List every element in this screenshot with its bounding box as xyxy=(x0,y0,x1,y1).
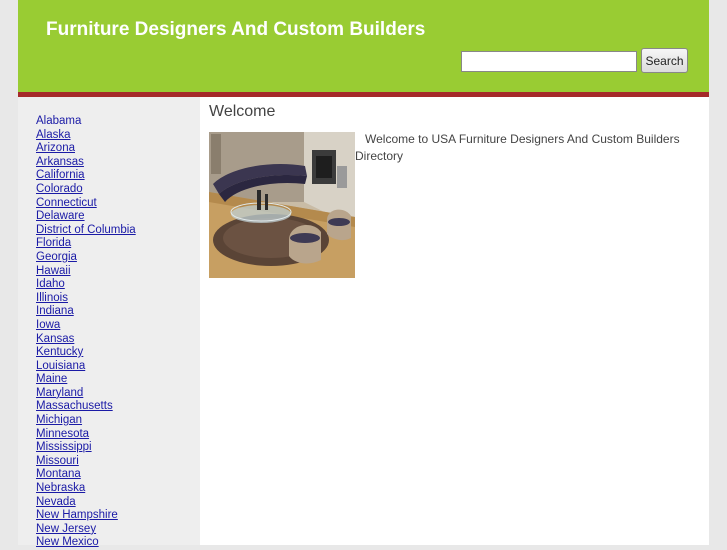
state-link[interactable]: Michigan xyxy=(36,414,82,426)
state-link[interactable]: Minnesota xyxy=(36,428,89,440)
site-title: Furniture Designers And Custom Builders xyxy=(46,19,426,40)
state-link[interactable]: Maine xyxy=(36,373,67,385)
state-item: Minnesota xyxy=(36,428,136,442)
state-item: Florida xyxy=(36,237,136,251)
state-label: Alabama xyxy=(36,115,82,127)
state-link[interactable]: Florida xyxy=(36,237,71,249)
state-item: California xyxy=(36,169,136,183)
state-link[interactable]: Kentucky xyxy=(36,346,83,358)
state-link[interactable]: Massachusetts xyxy=(36,400,113,412)
welcome-message: Welcome to USA Furniture Designers And C… xyxy=(355,132,680,163)
state-item: Illinois xyxy=(36,292,136,306)
state-link[interactable]: Colorado xyxy=(36,183,83,195)
state-item: Alabama xyxy=(36,115,136,129)
state-item: Maine xyxy=(36,373,136,387)
state-link[interactable]: Montana xyxy=(36,468,81,480)
state-link[interactable]: Idaho xyxy=(36,278,65,290)
state-link[interactable]: New Hampshire xyxy=(36,509,118,521)
search-button[interactable]: Search xyxy=(641,48,688,73)
state-link[interactable]: Connecticut xyxy=(36,197,97,209)
state-link[interactable]: Louisiana xyxy=(36,360,85,372)
state-item: Connecticut xyxy=(36,197,136,211)
state-link[interactable]: Missouri xyxy=(36,455,79,467)
state-item: Hawaii xyxy=(36,265,136,279)
state-item: District of Columbia xyxy=(36,224,136,238)
state-item: Maryland xyxy=(36,387,136,401)
main-content: Welcome Welcome to USA Furniture Designe… xyxy=(200,97,709,545)
state-link[interactable]: Nebraska xyxy=(36,482,85,494)
welcome-text: Welcome to USA Furniture Designers And C… xyxy=(355,131,705,165)
state-item: Kansas xyxy=(36,333,136,347)
state-item: New Mexico xyxy=(36,536,136,550)
state-item: Arizona xyxy=(36,142,136,156)
state-link[interactable]: Arkansas xyxy=(36,156,84,168)
state-item: Colorado xyxy=(36,183,136,197)
sidebar: Alabama Alaska Arizona Arkansas Californ… xyxy=(18,97,200,548)
state-link[interactable]: New Mexico xyxy=(36,536,99,548)
site-header: Furniture Designers And Custom Builders … xyxy=(18,0,709,92)
state-item: Missouri xyxy=(36,455,136,469)
state-link[interactable]: Maryland xyxy=(36,387,83,399)
state-link[interactable]: Georgia xyxy=(36,251,77,263)
state-link[interactable]: District of Columbia xyxy=(36,224,136,236)
state-item: Iowa xyxy=(36,319,136,333)
furniture-photo xyxy=(209,132,355,278)
state-item: Delaware xyxy=(36,210,136,224)
state-item: Montana xyxy=(36,468,136,482)
search-input[interactable] xyxy=(461,51,637,72)
state-link[interactable]: Hawaii xyxy=(36,265,71,277)
state-item: Kentucky xyxy=(36,346,136,360)
state-item: New Jersey xyxy=(36,523,136,537)
state-link[interactable]: Delaware xyxy=(36,210,85,222)
state-item: Nevada xyxy=(36,496,136,510)
state-item: New Hampshire xyxy=(36,509,136,523)
state-item: Indiana xyxy=(36,305,136,319)
state-item: Georgia xyxy=(36,251,136,265)
state-link[interactable]: Indiana xyxy=(36,305,74,317)
state-item: Arkansas xyxy=(36,156,136,170)
state-list: Alabama Alaska Arizona Arkansas Californ… xyxy=(36,115,136,550)
welcome-heading: Welcome xyxy=(209,103,276,120)
state-link[interactable]: Arizona xyxy=(36,142,75,154)
state-item: Massachusetts xyxy=(36,400,136,414)
state-link[interactable]: Kansas xyxy=(36,333,74,345)
state-item: Mississippi xyxy=(36,441,136,455)
page: Furniture Designers And Custom Builders … xyxy=(18,0,709,548)
state-link[interactable]: California xyxy=(36,169,85,181)
state-link[interactable]: Mississippi xyxy=(36,441,92,453)
state-item: Michigan xyxy=(36,414,136,428)
state-link[interactable]: Illinois xyxy=(36,292,68,304)
state-item: Idaho xyxy=(36,278,136,292)
state-link[interactable]: Iowa xyxy=(36,319,60,331)
state-item: Louisiana xyxy=(36,360,136,374)
state-link[interactable]: Alaska xyxy=(36,129,71,141)
state-item: Alaska xyxy=(36,129,136,143)
state-link[interactable]: Nevada xyxy=(36,496,76,508)
state-item: Nebraska xyxy=(36,482,136,496)
state-link[interactable]: New Jersey xyxy=(36,523,96,535)
